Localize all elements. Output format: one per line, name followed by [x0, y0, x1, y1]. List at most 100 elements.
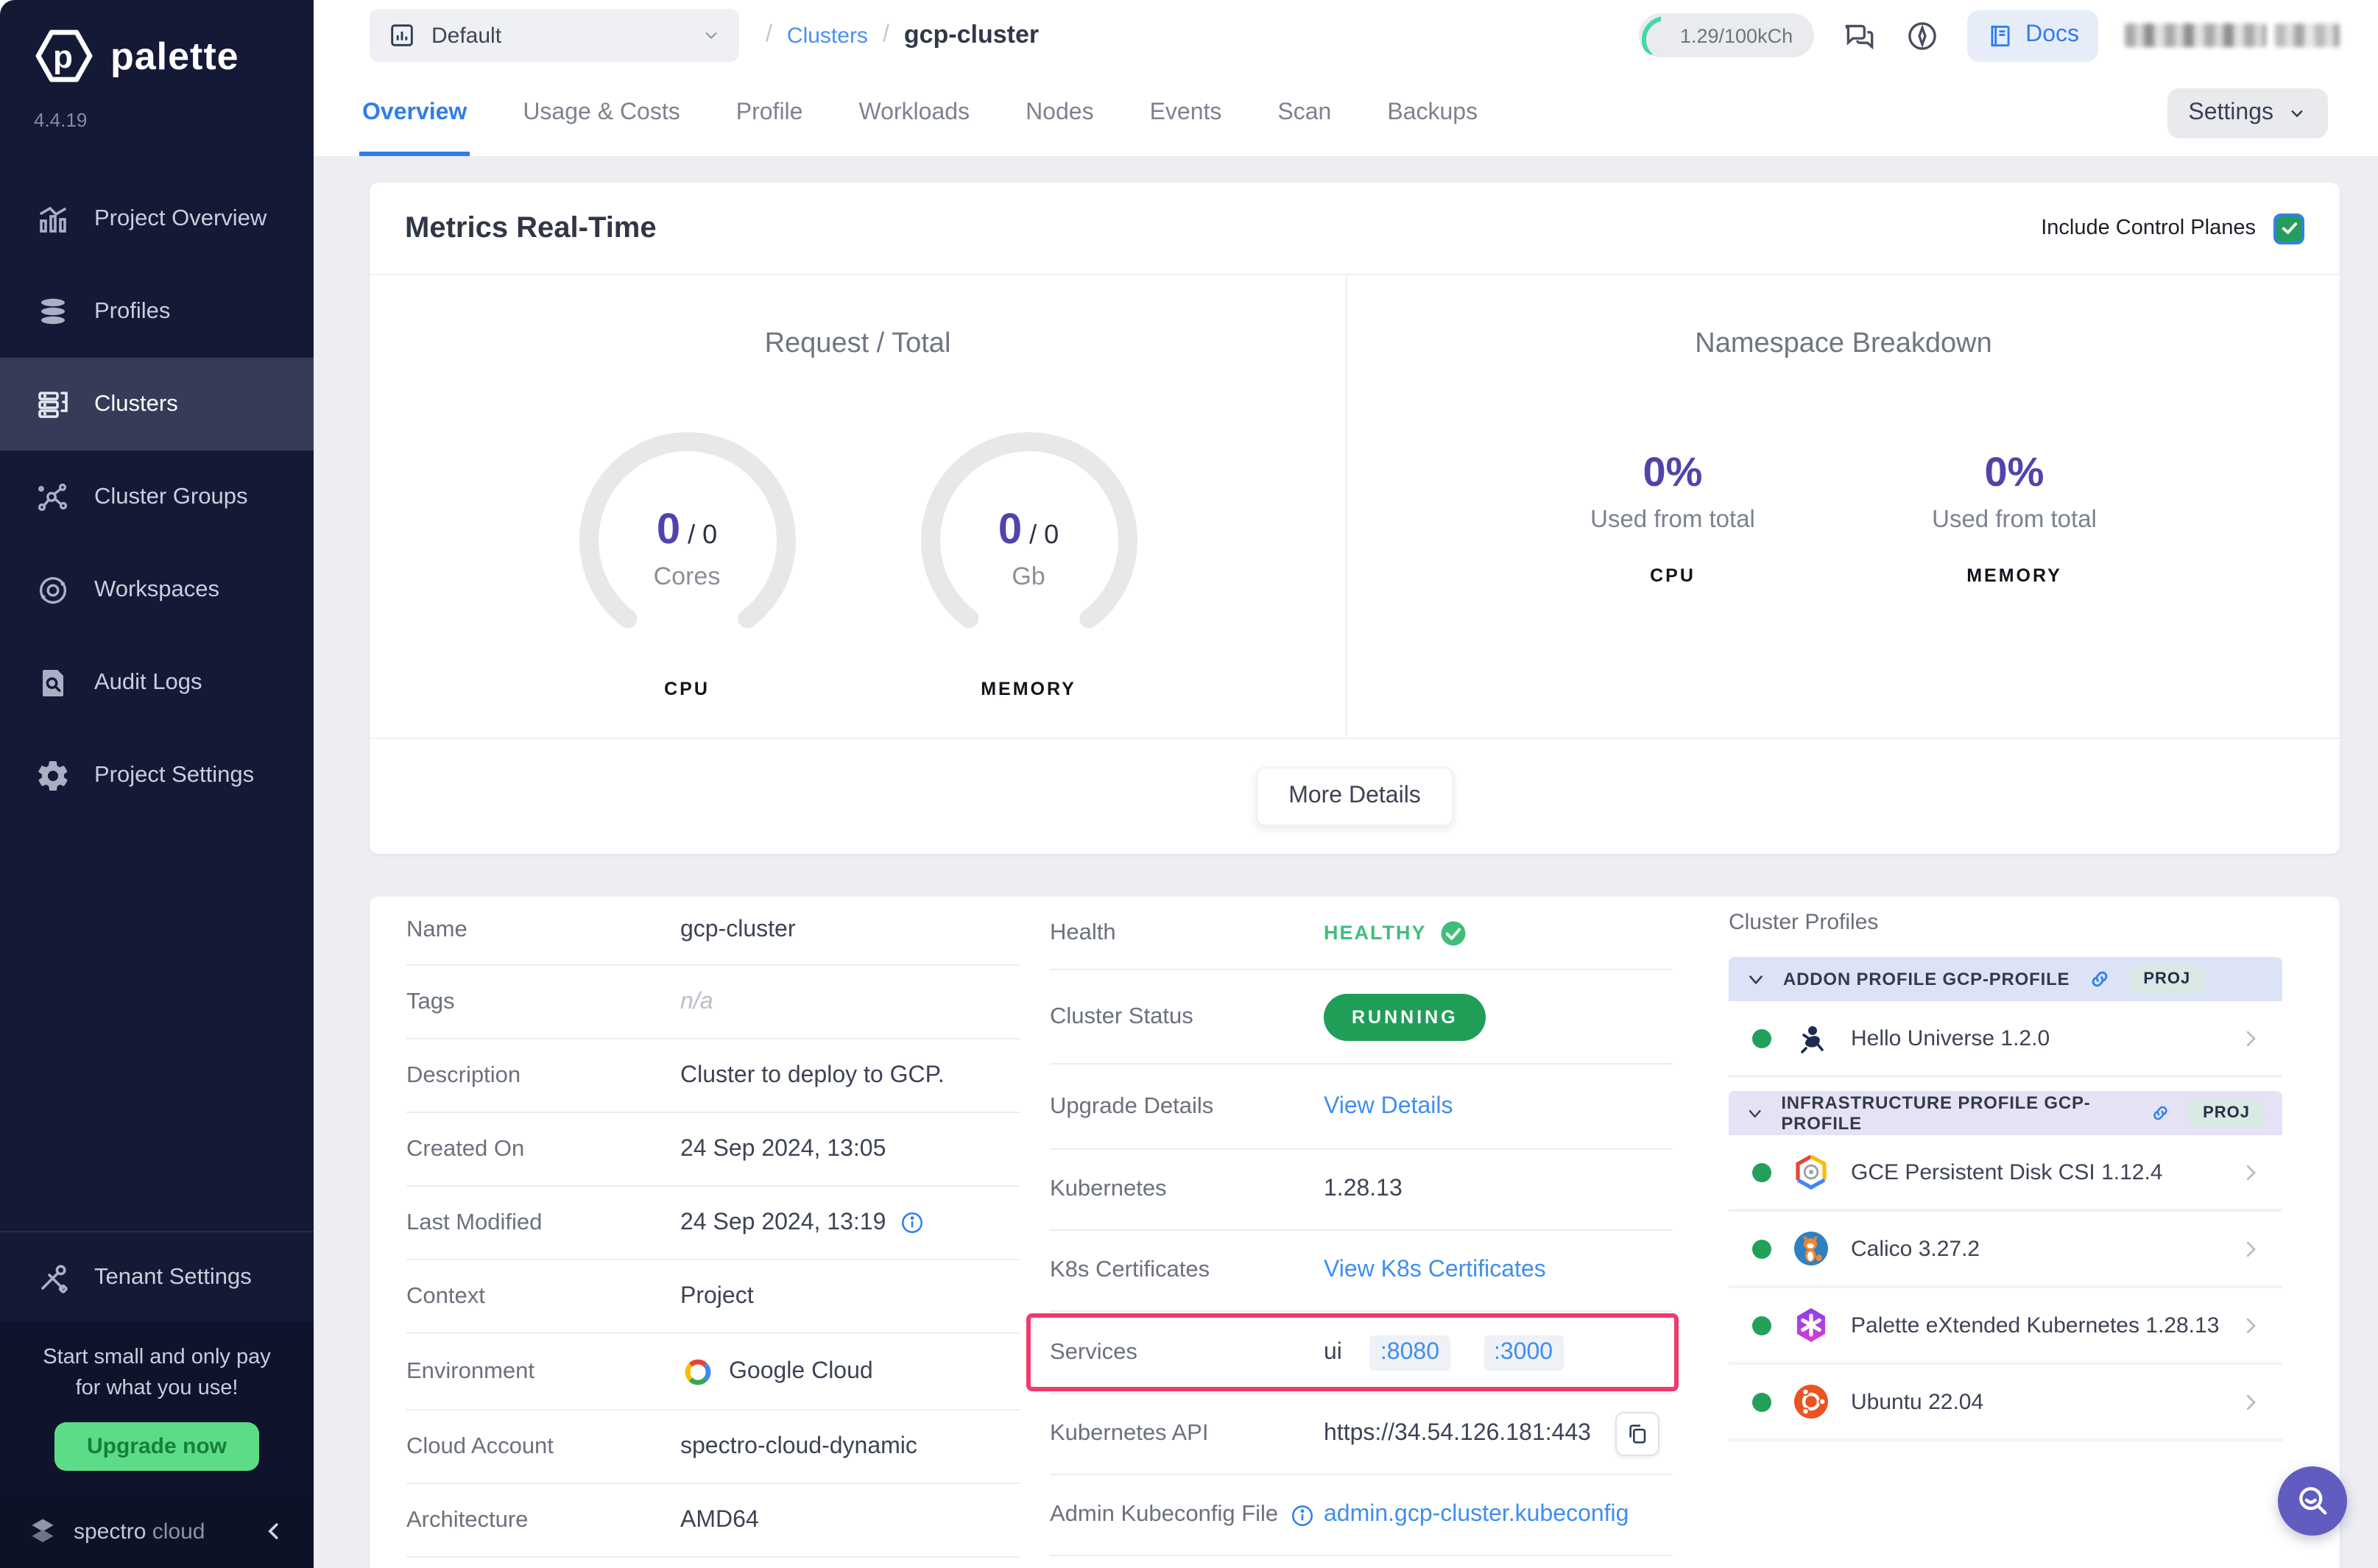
app: p palette 4.4.19 Project Overview Profil… — [0, 0, 2378, 1568]
chevron-down-icon — [1749, 1109, 1761, 1117]
include-control-planes-checkbox[interactable] — [2273, 213, 2304, 244]
profile-item-ubuntu[interactable]: Ubuntu 22.04 — [1729, 1365, 2282, 1441]
tab-workloads[interactable]: Workloads — [855, 100, 973, 156]
service-port-8080-link[interactable]: :8080 — [1369, 1335, 1450, 1370]
main-area: Default / Clusters / gcp-cluster 1.29/10… — [314, 0, 2378, 1568]
detail-row-admin-kubeconfig: Admin Kubeconfig File admin.gcp-cluster.… — [1050, 1475, 1673, 1556]
chevron-down-icon — [2291, 110, 2303, 118]
copy-button[interactable] — [1615, 1412, 1660, 1456]
promo-text: Start small and only pay for what you us… — [43, 1346, 271, 1400]
chevron-right-icon — [2246, 1240, 2256, 1257]
detail-row-created-on: Created On 24 Sep 2024, 13:05 — [406, 1113, 1020, 1187]
sidebar-item-workspaces[interactable]: Workspaces — [0, 543, 314, 636]
cpu-caption: Used from total — [1590, 506, 1755, 533]
sidebar-item-label: Profiles — [94, 298, 171, 323]
tab-backups[interactable]: Backups — [1384, 100, 1481, 156]
breadcrumb-separator: / — [882, 22, 889, 47]
service-port-3000-link[interactable]: :3000 — [1483, 1335, 1564, 1370]
book-icon — [1990, 24, 2009, 46]
chevron-right-icon — [2246, 1317, 2256, 1333]
include-control-planes-label: Include Control Planes — [2041, 216, 2256, 240]
chevron-left-icon[interactable] — [261, 1518, 287, 1544]
sidebar-item-label: Project Overview — [94, 205, 267, 230]
network-icon — [38, 482, 68, 511]
settings-button[interactable]: Settings — [2167, 88, 2328, 138]
breadcrumb-separator: / — [766, 22, 772, 47]
profile-item-pxk[interactable]: Palette eXtended Kubernetes 1.28.13 — [1729, 1288, 2282, 1365]
view-details-link[interactable]: View Details — [1324, 1093, 1453, 1120]
metrics-body: Request / Total 0/ 0 Cores CPU 0 / 0 Gb … — [370, 275, 2340, 738]
profile-item-calico[interactable]: Calico 3.27.2 — [1729, 1212, 2282, 1288]
detail-row-k8s-certificates: K8s Certificates View K8s Certificates — [1050, 1231, 1673, 1312]
link-icon[interactable] — [2087, 967, 2111, 991]
sidebar-item-cluster-groups[interactable]: Cluster Groups — [0, 451, 314, 543]
check-circle-icon — [1441, 920, 1465, 945]
sidebar-item-project-settings[interactable]: Project Settings — [0, 729, 314, 822]
docs-button[interactable]: Docs — [1966, 10, 2098, 61]
chart-pill-icon — [391, 24, 413, 46]
project-selector-dropdown[interactable]: Default — [370, 9, 739, 62]
gear-icon — [38, 760, 68, 790]
breadcrumb-clusters-link[interactable]: Clusters — [787, 23, 868, 48]
profile-item-gce-disk[interactable]: GCE Persistent Disk CSI 1.12.4 — [1729, 1135, 2282, 1212]
gce-disk-icon — [1796, 1154, 1827, 1190]
compass-icon[interactable] — [1903, 17, 1940, 54]
palette-logo-icon: p — [35, 29, 93, 82]
namespace-breakdown-title: Namespace Breakdown — [1695, 328, 1992, 359]
project-selector-value: Default — [431, 23, 502, 48]
info-icon[interactable] — [1290, 1502, 1315, 1528]
upgrade-now-button[interactable]: Upgrade now — [54, 1422, 259, 1471]
request-total-title: Request / Total — [764, 328, 951, 359]
profile-item-hello-universe[interactable]: Hello Universe 1.2.0 — [1729, 1001, 2282, 1078]
chevron-down-icon — [1749, 975, 1763, 984]
user-menu[interactable] — [2125, 24, 2340, 47]
metrics-header: Metrics Real-Time Include Control Planes — [370, 183, 2340, 275]
topbar: Default / Clusters / gcp-cluster 1.29/10… — [314, 0, 2378, 71]
page-title: gcp-cluster — [903, 21, 1040, 49]
cpu-gauge: 0/ 0 Cores CPU — [569, 423, 805, 699]
tab-profile[interactable]: Profile — [733, 100, 806, 156]
detail-row-environment: Environment Google Cloud — [406, 1334, 1020, 1410]
chevron-right-icon — [2246, 1164, 2256, 1180]
tab-events[interactable]: Events — [1147, 100, 1225, 156]
addon-profile-header[interactable]: ADDON PROFILE GCP-PROFILE PROJ — [1729, 957, 2282, 1001]
check-icon — [2281, 222, 2297, 234]
tab-overview[interactable]: Overview — [359, 100, 470, 156]
metrics-title: Metrics Real-Time — [405, 211, 657, 244]
sidebar-item-label: Project Settings — [94, 762, 255, 787]
memory-unit: Gb — [1012, 562, 1045, 590]
search-fab-button[interactable] — [2278, 1466, 2347, 1536]
chat-icon[interactable] — [1840, 17, 1877, 54]
view-k8s-certificates-link[interactable]: View K8s Certificates — [1324, 1257, 1546, 1284]
cpu-metric-label: CPU — [1650, 565, 1696, 586]
tab-usage-costs[interactable]: Usage & Costs — [520, 100, 682, 156]
sidebar-item-label: Cluster Groups — [94, 484, 248, 509]
orbit-icon — [39, 576, 67, 604]
running-status-badge: RUNNING — [1324, 993, 1486, 1040]
sidebar-item-audit-logs[interactable]: Audit Logs — [0, 636, 314, 729]
sidebar-nav: Project Overview Profiles Clusters Clust… — [0, 172, 314, 822]
more-details-button[interactable]: More Details — [1256, 767, 1453, 826]
calico-icon — [1794, 1232, 1828, 1265]
sidebar-item-profiles[interactable]: Profiles — [0, 265, 314, 358]
svg-text:p: p — [53, 39, 73, 75]
details-left-column: Name gcp-cluster Tags n/a Description Cl… — [406, 897, 1050, 1568]
memory-gauge: 0/ 0 Gb MEMORY — [911, 423, 1146, 699]
infrastructure-profile-header[interactable]: INFRASTRUCTURE PROFILE GCP-PROFILE PROJ — [1729, 1091, 2282, 1135]
sidebar-item-label: Audit Logs — [94, 669, 202, 694]
cpu-total-value: / 0 — [688, 520, 718, 549]
kubeconfig-download-link[interactable]: admin.gcp-cluster.kubeconfig — [1324, 1502, 1629, 1528]
content: Metrics Real-Time Include Control Planes… — [314, 156, 2378, 1568]
usage-quota-badge: 1.29/100kCh — [1638, 13, 1814, 57]
sidebar-item-project-overview[interactable]: Project Overview — [0, 172, 314, 265]
sidebar-item-clusters[interactable]: Clusters — [0, 358, 314, 451]
sidebar-item-label: Workspaces — [94, 576, 219, 601]
sidebar-item-tenant-settings[interactable]: Tenant Settings — [0, 1231, 314, 1322]
tab-scan[interactable]: Scan — [1274, 100, 1334, 156]
info-icon[interactable] — [899, 1210, 924, 1235]
tab-nodes[interactable]: Nodes — [1023, 100, 1097, 156]
namespace-memory-stat: 0% Used from total MEMORY — [1904, 449, 2125, 586]
brand-name: spectro cloud — [74, 1519, 205, 1544]
link-icon[interactable] — [2149, 1101, 2170, 1125]
sidebar-item-label: Clusters — [94, 391, 178, 416]
